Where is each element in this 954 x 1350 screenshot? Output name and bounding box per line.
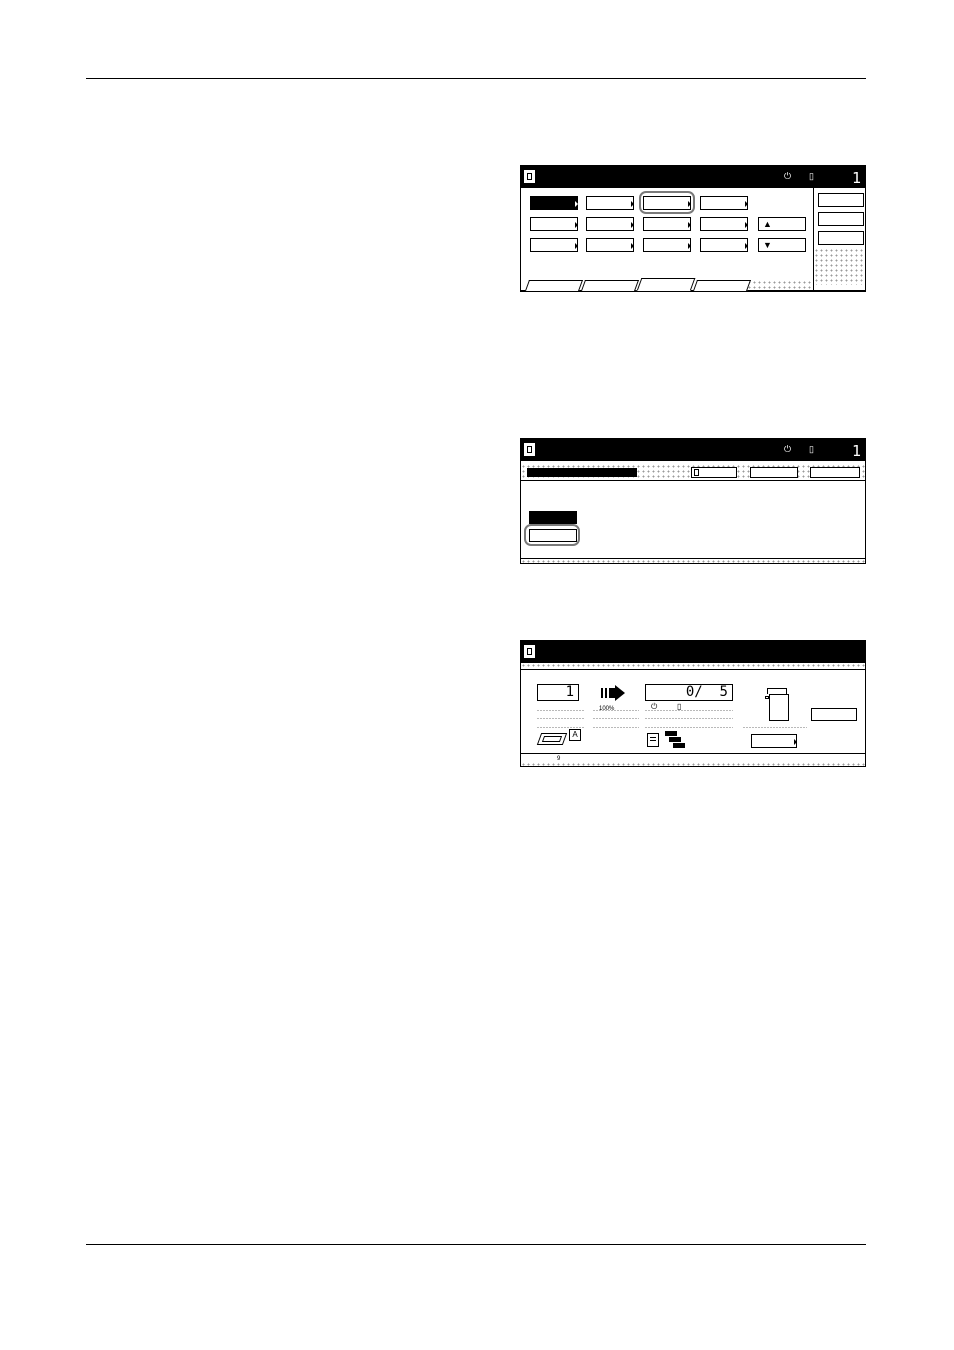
stop-button[interactable]	[811, 708, 857, 721]
close-button[interactable]	[810, 467, 860, 478]
grid-button-r2c1[interactable]	[530, 217, 578, 231]
document-stack-icon	[647, 733, 659, 747]
grid-button-r3c3[interactable]	[643, 238, 691, 252]
text-lines	[645, 710, 733, 711]
up-arrow-icon: ▲	[763, 219, 772, 229]
document-icon	[524, 443, 535, 456]
back-icon	[694, 469, 699, 476]
footer-strip	[521, 558, 865, 563]
sort-icon	[661, 731, 687, 749]
paper-icon: ▯	[809, 171, 814, 181]
grid-button-r2c3[interactable]	[643, 217, 691, 231]
top-rule	[86, 78, 866, 79]
touch-panel-screen-2: ⏻ ▯ 1	[520, 438, 866, 564]
touch-panel-screen-3: 1 100% 0/ 5 ⏻ ▯ A 9	[520, 640, 866, 767]
grid-button-r3c4[interactable]	[700, 238, 748, 252]
back-button[interactable]	[691, 467, 737, 478]
header-black-label	[527, 468, 637, 477]
selection-highlight	[524, 524, 580, 546]
title-bar: ⏻ ▯ 1	[521, 439, 865, 461]
document-icon	[524, 645, 535, 658]
text-lines	[743, 727, 807, 728]
text-lines	[537, 727, 585, 728]
tab-dotted-area	[747, 280, 813, 290]
text-lines	[537, 718, 585, 719]
title-bar: ⏻ ▯ 1	[521, 166, 865, 188]
document-icon	[524, 170, 535, 183]
power-icon: ⏻	[784, 171, 792, 181]
tab-2[interactable]	[580, 280, 640, 291]
side-button-2[interactable]	[818, 212, 864, 226]
tab-4[interactable]	[692, 280, 752, 291]
grid-button-r2c4[interactable]	[700, 217, 748, 231]
bottom-rule	[86, 1244, 866, 1245]
touch-panel-screen-1: ⏻ ▯ 1 ▲ ▼	[520, 165, 866, 292]
scroll-down-button[interactable]: ▼	[758, 238, 806, 252]
tab-1[interactable]	[524, 280, 584, 291]
arrow-right-icon	[601, 685, 627, 701]
grid-button-r3c1[interactable]	[530, 238, 578, 252]
title-dotted-strip	[521, 663, 865, 670]
grid-button-r1c2[interactable]	[586, 196, 634, 210]
text-lines	[537, 710, 585, 711]
text-lines	[645, 718, 733, 719]
side-button-3[interactable]	[818, 231, 864, 245]
footer-line	[521, 753, 865, 754]
page-number: 1	[851, 442, 861, 460]
text-lines	[593, 710, 639, 711]
grid-button-r1c4[interactable]	[700, 196, 748, 210]
grid-button-r1c1[interactable]	[530, 196, 578, 210]
grid-button-r3c2[interactable]	[586, 238, 634, 252]
text-lines	[645, 727, 733, 728]
paper-icon: ▯	[809, 444, 814, 454]
side-button-1[interactable]	[818, 193, 864, 207]
scroll-up-button[interactable]: ▲	[758, 217, 806, 231]
text-lines	[593, 718, 639, 719]
cancel-button[interactable]	[750, 467, 798, 478]
text-lines	[593, 727, 639, 728]
original-inner-icon	[541, 736, 563, 742]
grid-button-r2c2[interactable]	[586, 217, 634, 231]
lock-icon: A	[569, 729, 581, 741]
power-icon: ⏻	[784, 444, 792, 454]
selection-highlight	[639, 191, 695, 214]
down-arrow-icon: ▼	[763, 240, 772, 250]
option-selected-label	[529, 511, 577, 524]
dotted-area	[814, 248, 865, 285]
copies-display: 1	[537, 684, 579, 701]
footer-dotted	[521, 762, 865, 766]
machine-icon	[765, 686, 791, 722]
tab-3-active[interactable]	[636, 278, 696, 291]
zoom-label: 100%	[599, 706, 615, 712]
page-number: 1	[851, 169, 861, 187]
title-bar	[521, 641, 865, 663]
counter-display: 0/ 5	[645, 684, 733, 701]
menu-button[interactable]	[751, 734, 797, 748]
